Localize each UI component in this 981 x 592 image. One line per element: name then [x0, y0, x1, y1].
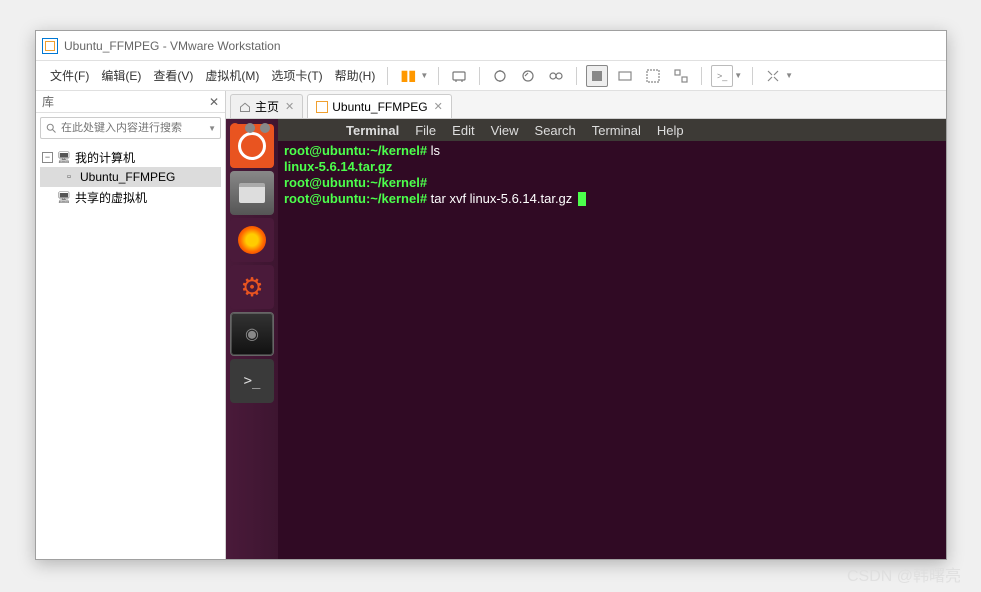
search-input[interactable] — [61, 122, 206, 134]
tree-shared-vms[interactable]: 🖥 共享的虚拟机 — [40, 187, 221, 207]
toolbar-divider — [438, 67, 439, 85]
tab-close-icon[interactable]: ✕ — [285, 100, 294, 113]
minimize-window-icon[interactable] — [245, 123, 255, 133]
sidebar-title: 库 — [42, 93, 54, 110]
tab-ubuntu-ffmpeg[interactable]: Ubuntu_FFMPEG ✕ — [307, 94, 452, 118]
shared-icon: 🖥 — [57, 191, 71, 204]
unity-icon[interactable] — [614, 65, 636, 87]
console-view-icon[interactable] — [586, 65, 608, 87]
tree-collapse-icon[interactable]: − — [42, 152, 53, 163]
menu-vm[interactable]: 虚拟机(M) — [199, 67, 265, 84]
home-icon — [239, 101, 251, 113]
menu-file[interactable]: 文件(F) — [44, 67, 95, 84]
window-title: Ubuntu_FFMPEG - VMware Workstation — [64, 39, 281, 53]
search-icon — [45, 122, 57, 134]
svg-text:>_: >_ — [717, 71, 728, 81]
toolbar-divider — [387, 67, 388, 85]
content-area: 库 ✕ ▼ − 🖥 我的计算机 ▫ Ubuntu_FFMPEG — [36, 91, 946, 559]
terminal-line: linux-5.6.14.tar.gz — [284, 159, 940, 175]
snapshot-icon[interactable] — [489, 65, 511, 87]
ubuntu-desktop: Terminal File Edit View Search Terminal … — [226, 119, 946, 559]
window-controls — [230, 123, 270, 133]
quick-switch-dropdown[interactable]: ▼ — [734, 71, 742, 80]
menu-bar: 文件(F) 编辑(E) 查看(V) 虚拟机(M) 选项卡(T) 帮助(H) ▮▮… — [36, 61, 946, 91]
computer-icon: 🖥 — [57, 151, 71, 164]
tab-label: Ubuntu_FFMPEG — [332, 100, 427, 114]
library-sidebar: 库 ✕ ▼ − 🖥 我的计算机 ▫ Ubuntu_FFMPEG — [36, 91, 226, 559]
snapshot-manager-icon[interactable] — [545, 65, 567, 87]
snapshot-revert-icon[interactable] — [517, 65, 539, 87]
pause-button[interactable]: ▮▮ — [397, 65, 419, 87]
vmware-app-icon — [42, 38, 58, 54]
sidebar-search[interactable]: ▼ — [40, 117, 221, 139]
launcher-archive-icon[interactable] — [230, 312, 274, 356]
launcher-settings-icon[interactable] — [230, 265, 274, 309]
tab-label: 主页 — [255, 98, 279, 115]
fullscreen-icon[interactable] — [642, 65, 664, 87]
terminal-body[interactable]: root@ubuntu:~/kernel# ls linux-5.6.14.ta… — [278, 141, 946, 559]
tree-my-computer[interactable]: − 🖥 我的计算机 — [40, 147, 221, 167]
term-menu-terminal[interactable]: Terminal — [584, 123, 649, 138]
vm-icon — [316, 101, 328, 113]
send-ctrl-alt-del-icon[interactable] — [448, 65, 470, 87]
term-menu-search[interactable]: Search — [527, 123, 584, 138]
launcher-files-icon[interactable] — [230, 171, 274, 215]
library-tree: − 🖥 我的计算机 ▫ Ubuntu_FFMPEG 🖥 共享的虚拟机 — [36, 143, 225, 211]
gnome-terminal: Terminal File Edit View Search Terminal … — [278, 119, 946, 559]
vm-icon: ▫ — [62, 171, 76, 183]
tree-label: Ubuntu_FFMPEG — [80, 170, 175, 184]
seamless-icon[interactable] — [670, 65, 692, 87]
term-menu-help[interactable]: Help — [649, 123, 692, 138]
menu-tabs[interactable]: 选项卡(T) — [265, 67, 328, 84]
terminal-line: root@ubuntu:~/kernel# ls — [284, 143, 940, 159]
launcher-terminal-icon[interactable] — [230, 359, 274, 403]
terminal-line: root@ubuntu:~/kernel# — [284, 175, 940, 191]
toolbar-divider — [576, 67, 577, 85]
term-menu-view[interactable]: View — [483, 123, 527, 138]
menu-edit[interactable]: 编辑(E) — [95, 67, 147, 84]
sidebar-header: 库 ✕ — [36, 91, 225, 113]
close-window-icon[interactable] — [230, 123, 240, 133]
toolbar-divider — [479, 67, 480, 85]
terminal-cursor — [578, 192, 586, 206]
tab-strip: 主页 ✕ Ubuntu_FFMPEG ✕ — [226, 91, 946, 119]
watermark: CSDN @韩曙亮 — [847, 562, 961, 586]
tab-home[interactable]: 主页 ✕ — [230, 94, 303, 118]
main-panel: 主页 ✕ Ubuntu_FFMPEG ✕ — [226, 91, 946, 559]
menu-help[interactable]: 帮助(H) — [329, 67, 382, 84]
terminal-menubar: Terminal File Edit View Search Terminal … — [278, 119, 946, 141]
term-app-label: Terminal — [338, 123, 407, 138]
stretch-dropdown[interactable]: ▼ — [785, 71, 793, 80]
vmware-window: Ubuntu_FFMPEG - VMware Workstation 文件(F)… — [35, 30, 947, 560]
pause-dropdown[interactable]: ▼ — [420, 71, 428, 80]
sidebar-close-icon[interactable]: ✕ — [209, 95, 219, 109]
toolbar-divider — [701, 67, 702, 85]
title-bar[interactable]: Ubuntu_FFMPEG - VMware Workstation — [36, 31, 946, 61]
tree-label: 共享的虚拟机 — [75, 189, 147, 206]
vm-display[interactable]: Terminal File Edit View Search Terminal … — [226, 119, 946, 559]
unity-launcher — [226, 119, 278, 559]
maximize-window-icon[interactable] — [260, 123, 270, 133]
quick-switch-icon[interactable]: >_ — [711, 65, 733, 87]
tree-label: 我的计算机 — [75, 149, 135, 166]
stretch-icon[interactable] — [762, 65, 784, 87]
tab-close-icon[interactable]: ✕ — [434, 100, 443, 113]
search-dropdown[interactable]: ▼ — [208, 124, 216, 133]
term-menu-edit[interactable]: Edit — [444, 123, 482, 138]
toolbar-divider — [752, 67, 753, 85]
terminal-line: root@ubuntu:~/kernel# tar xvf linux-5.6.… — [284, 191, 940, 207]
tree-vm-ubuntu-ffmpeg[interactable]: ▫ Ubuntu_FFMPEG — [40, 167, 221, 187]
launcher-firefox-icon[interactable] — [230, 218, 274, 262]
term-menu-file[interactable]: File — [407, 123, 444, 138]
menu-view[interactable]: 查看(V) — [147, 67, 199, 84]
